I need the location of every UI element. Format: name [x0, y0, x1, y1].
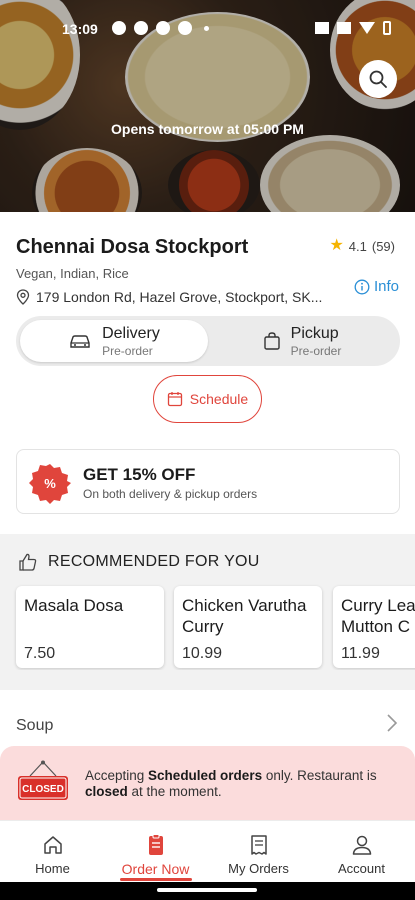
- closed-message-part: only. Restaurant is: [262, 768, 377, 783]
- item-price: 7.50: [24, 645, 56, 662]
- battery-icon: [383, 21, 391, 35]
- android-notification-icon: [178, 21, 192, 35]
- cast-icon: [315, 22, 329, 34]
- vpn-key-icon: [337, 22, 351, 34]
- nav-home[interactable]: Home: [1, 821, 104, 883]
- item-price: 11.99: [341, 645, 380, 662]
- closed-message-part: at the moment.: [127, 784, 222, 799]
- delivery-sublabel: Pre-order: [102, 343, 153, 358]
- play-notification-icon: [134, 21, 148, 35]
- address: 179 London Rd, Hazel Grove, Stockport, S…: [16, 289, 322, 305]
- person-icon: [352, 835, 371, 855]
- chevron-right-icon[interactable]: [385, 712, 399, 734]
- hero-banner: 13:09 Opens tomorrow at 05:00 PM: [0, 0, 415, 212]
- nav-home-label: Home: [35, 861, 70, 876]
- nav-my-orders-label: My Orders: [228, 861, 289, 876]
- order-type-toggle: Delivery Pre-order Pickup Pre-order: [16, 316, 400, 366]
- closed-banner: CLOSED Accepting Scheduled orders only. …: [0, 746, 415, 820]
- opening-time-text: Opens tomorrow at 05:00 PM: [111, 121, 304, 137]
- recommended-heading: RECOMMENDED FOR YOU: [18, 552, 260, 572]
- closed-message: Accepting Scheduled orders only. Restaur…: [85, 768, 395, 800]
- active-tab-indicator: [119, 878, 192, 881]
- recommended-carousel[interactable]: Masala Dosa 7.50 Chicken Varutha Curry 1…: [0, 584, 415, 670]
- more-notifications-icon: [204, 25, 209, 31]
- cuisine-tags: Vegan, Indian, Rice: [16, 266, 129, 281]
- calendar-icon: [167, 392, 182, 407]
- recommended-item-card[interactable]: Chicken Varutha Curry 10.99: [174, 586, 322, 668]
- closed-message-bold: Scheduled orders: [148, 768, 263, 783]
- item-name: Masala Dosa: [24, 596, 124, 615]
- status-notification-icons: [112, 21, 209, 35]
- order-icon: [148, 834, 163, 855]
- nav-order-now-label: Order Now: [121, 861, 190, 877]
- shopping-bag-icon: [263, 332, 280, 350]
- delivery-label: Delivery: [102, 324, 160, 342]
- discount-badge-icon: %: [29, 464, 71, 504]
- android-notification-icon: [156, 21, 170, 35]
- rating-count: (59): [371, 238, 395, 254]
- closed-sign-text: CLOSED: [22, 784, 64, 795]
- address-text: 179 London Rd, Hazel Grove, Stockport, S…: [36, 289, 323, 305]
- delivery-option[interactable]: Delivery Pre-order: [20, 320, 208, 362]
- home-gesture-handle[interactable]: [157, 888, 257, 892]
- closed-message-bold: closed: [85, 784, 128, 799]
- status-system-icons: [315, 21, 391, 35]
- pickup-sublabel: Pre-order: [290, 343, 342, 358]
- recommended-title: RECOMMENDED FOR YOU: [48, 553, 260, 570]
- promo-subtitle: On both delivery & pickup orders: [83, 487, 258, 501]
- bottom-navigation: Home Order Now My Orders Account: [0, 820, 415, 882]
- rating: ★ 4.1 (59): [329, 238, 395, 254]
- recommended-item-card[interactable]: Masala Dosa 7.50: [16, 586, 164, 668]
- promo-card[interactable]: % GET 15% OFF On both delivery & pickup …: [16, 449, 400, 514]
- item-name: Curry Leaf Mutton C: [341, 596, 415, 636]
- discount-badge-symbol: %: [44, 476, 56, 491]
- closed-sign-icon: CLOSED: [18, 760, 68, 800]
- nav-order-now[interactable]: Order Now: [104, 821, 207, 883]
- receipt-icon: [250, 835, 267, 855]
- pickup-option[interactable]: Pickup Pre-order: [208, 320, 396, 362]
- item-name: Chicken Varutha Curry: [182, 596, 307, 636]
- thumbs-up-icon: [19, 553, 37, 571]
- nav-my-orders[interactable]: My Orders: [207, 821, 310, 883]
- promo-title: GET 15% OFF: [83, 465, 196, 484]
- system-gesture-bar: [0, 882, 415, 900]
- search-icon: [369, 70, 387, 88]
- recommended-item-card[interactable]: Curry Leaf Mutton C 11.99: [333, 586, 415, 668]
- info-label: Info: [373, 278, 399, 295]
- nav-account[interactable]: Account: [310, 821, 413, 883]
- star-icon: ★: [329, 237, 344, 254]
- restaurant-name: Chennai Dosa Stockport: [16, 236, 249, 258]
- status-bar: 13:09: [0, 17, 415, 43]
- category-soup[interactable]: Soup: [16, 717, 53, 735]
- car-icon: [70, 335, 90, 348]
- app-notification-icon: [112, 21, 126, 35]
- status-time: 13:09: [62, 21, 98, 37]
- search-button[interactable]: [359, 60, 397, 98]
- closed-message-part: Accepting: [85, 768, 149, 783]
- schedule-button[interactable]: Schedule: [153, 375, 262, 423]
- location-pin-icon: [16, 289, 30, 305]
- item-price: 10.99: [182, 645, 223, 662]
- info-icon: [354, 279, 370, 294]
- nav-account-label: Account: [338, 861, 385, 876]
- schedule-label: Schedule: [189, 391, 249, 407]
- rating-value: 4.1: [348, 238, 367, 254]
- pickup-label: Pickup: [290, 324, 339, 342]
- wifi-icon: [359, 22, 375, 34]
- info-button[interactable]: Info: [354, 278, 399, 295]
- home-icon: [43, 836, 62, 854]
